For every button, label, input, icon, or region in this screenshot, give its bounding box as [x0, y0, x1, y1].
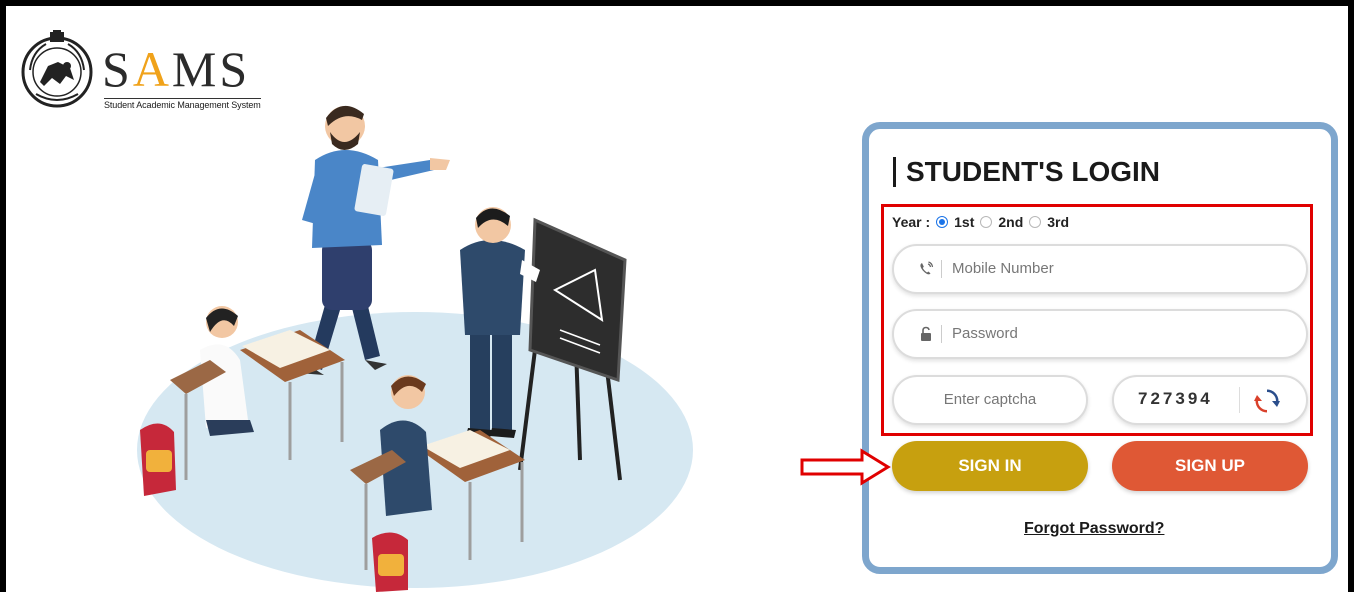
refresh-icon[interactable]: [1254, 388, 1280, 414]
password-input[interactable]: [952, 311, 1282, 357]
login-title: STUDENT'S LOGIN: [893, 157, 1160, 187]
password-field-separator: [941, 325, 942, 343]
year-label: Year :: [892, 214, 931, 230]
sign-in-button[interactable]: SIGN IN: [892, 441, 1088, 491]
right-arrow-icon: [800, 448, 891, 486]
year-1st-label[interactable]: 1st: [954, 214, 974, 230]
odisha-emblem-icon: [21, 30, 93, 108]
captcha-display: 727394: [1112, 375, 1308, 425]
captcha-field: [892, 375, 1088, 425]
mobile-field-separator: [941, 260, 942, 278]
password-field: [892, 309, 1308, 359]
phone-icon: [920, 261, 934, 275]
classroom-illustration: [137, 105, 693, 592]
year-selector: Year : 1st 2nd 3rd: [892, 214, 1069, 230]
mobile-field: [892, 244, 1308, 294]
year-1st-radio[interactable]: [936, 216, 949, 228]
forgot-password-link[interactable]: Forgot Password?: [1024, 520, 1164, 538]
logo-letter-s: S: [102, 41, 133, 97]
captcha-input[interactable]: [894, 377, 1086, 423]
year-3rd-radio[interactable]: [1029, 216, 1042, 228]
lock-icon: [921, 326, 931, 341]
year-3rd-label[interactable]: 3rd: [1047, 214, 1069, 230]
captcha-separator: [1239, 387, 1240, 413]
sign-up-button[interactable]: SIGN UP: [1112, 441, 1308, 491]
year-2nd-radio[interactable]: [980, 216, 993, 228]
mobile-input[interactable]: [952, 246, 1282, 292]
captcha-code: 727394: [1138, 389, 1213, 408]
year-2nd-label[interactable]: 2nd: [998, 214, 1023, 230]
